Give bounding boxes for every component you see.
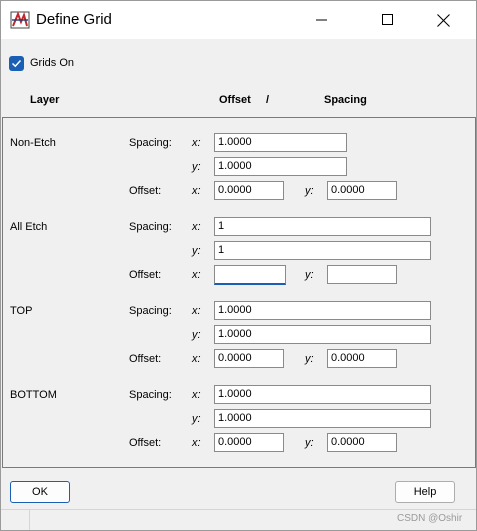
help-button[interactable]: Help	[395, 481, 455, 503]
app-icon	[10, 11, 30, 29]
offset-x-input[interactable]: 0.0000	[214, 433, 284, 452]
y-label: y:	[192, 329, 201, 341]
offset-column-header: Offset	[219, 94, 251, 106]
y-label: y:	[192, 413, 201, 425]
layer-grid-group: Non-Etch Spacing: x: 1.0000 y: 1.0000 Of…	[2, 117, 476, 468]
x-label: x:	[192, 185, 201, 197]
status-bar-divider	[29, 510, 30, 530]
spacing-x-input[interactable]: 1.0000	[214, 301, 431, 320]
spacing-x-input[interactable]: 1.0000	[214, 385, 431, 404]
offset-y-input[interactable]: 0.0000	[327, 349, 397, 368]
layer-name: Non-Etch	[10, 137, 56, 149]
x-label: x:	[192, 269, 201, 281]
close-button[interactable]	[420, 1, 466, 39]
spacing-y-input[interactable]: 1.0000	[214, 409, 431, 428]
minimize-icon	[316, 19, 327, 21]
header-separator: /	[266, 94, 270, 106]
offset-x-input[interactable]: 0.0000	[214, 349, 284, 368]
layer-column-header: Layer	[30, 94, 60, 106]
y-label: y:	[305, 269, 314, 281]
x-label: x:	[192, 221, 201, 233]
offset-y-input[interactable]: 0.0000	[327, 433, 397, 452]
close-icon	[436, 13, 450, 27]
x-label: x:	[192, 305, 201, 317]
ok-button[interactable]: OK	[10, 481, 70, 503]
grids-on-checkbox[interactable]	[9, 55, 24, 71]
checkmark-icon	[11, 59, 22, 67]
y-label: y:	[192, 245, 201, 257]
spacing-label: Spacing:	[129, 221, 172, 233]
offset-label: Offset:	[129, 269, 162, 281]
maximize-button[interactable]	[365, 1, 411, 39]
spacing-column-header: Spacing	[324, 94, 367, 106]
spacing-y-input[interactable]: 1.0000	[214, 157, 347, 176]
spacing-label: Spacing:	[129, 305, 172, 317]
spacing-label: Spacing:	[129, 389, 172, 401]
define-grid-dialog: Define Grid Grids On Layer Offset / Spac…	[0, 0, 477, 531]
y-label: y:	[305, 185, 314, 197]
offset-x-input[interactable]: 0.0000	[214, 181, 284, 200]
spacing-y-input[interactable]: 1.0000	[214, 325, 431, 344]
x-label: x:	[192, 389, 201, 401]
layer-name: BOTTOM	[10, 389, 57, 401]
spacing-x-input[interactable]: 1	[214, 217, 431, 236]
spacing-x-input[interactable]: 1.0000	[214, 133, 347, 152]
x-label: x:	[192, 137, 201, 149]
spacing-label: Spacing:	[129, 137, 172, 149]
maximize-icon	[382, 14, 393, 25]
offset-label: Offset:	[129, 185, 162, 197]
x-label: x:	[192, 437, 201, 449]
grids-on-option[interactable]: Grids On	[9, 54, 74, 72]
y-label: y:	[305, 437, 314, 449]
layer-name: All Etch	[10, 221, 48, 233]
spacing-y-input[interactable]: 1	[214, 241, 431, 260]
title-bar[interactable]: Define Grid	[1, 1, 476, 39]
offset-label: Offset:	[129, 437, 162, 449]
grids-on-label: Grids On	[30, 57, 75, 69]
watermark: CSDN @Oshir	[397, 513, 463, 524]
offset-label: Offset:	[129, 353, 162, 365]
x-label: x:	[192, 353, 201, 365]
offset-y-input[interactable]: 0.0000	[327, 181, 397, 200]
y-label: y:	[305, 353, 314, 365]
y-label: y:	[192, 161, 201, 173]
layer-name: TOP	[10, 305, 33, 317]
offset-x-input[interactable]	[214, 265, 286, 285]
minimize-button[interactable]	[299, 1, 345, 39]
offset-y-input[interactable]	[327, 265, 397, 284]
window-title: Define Grid	[36, 11, 112, 28]
